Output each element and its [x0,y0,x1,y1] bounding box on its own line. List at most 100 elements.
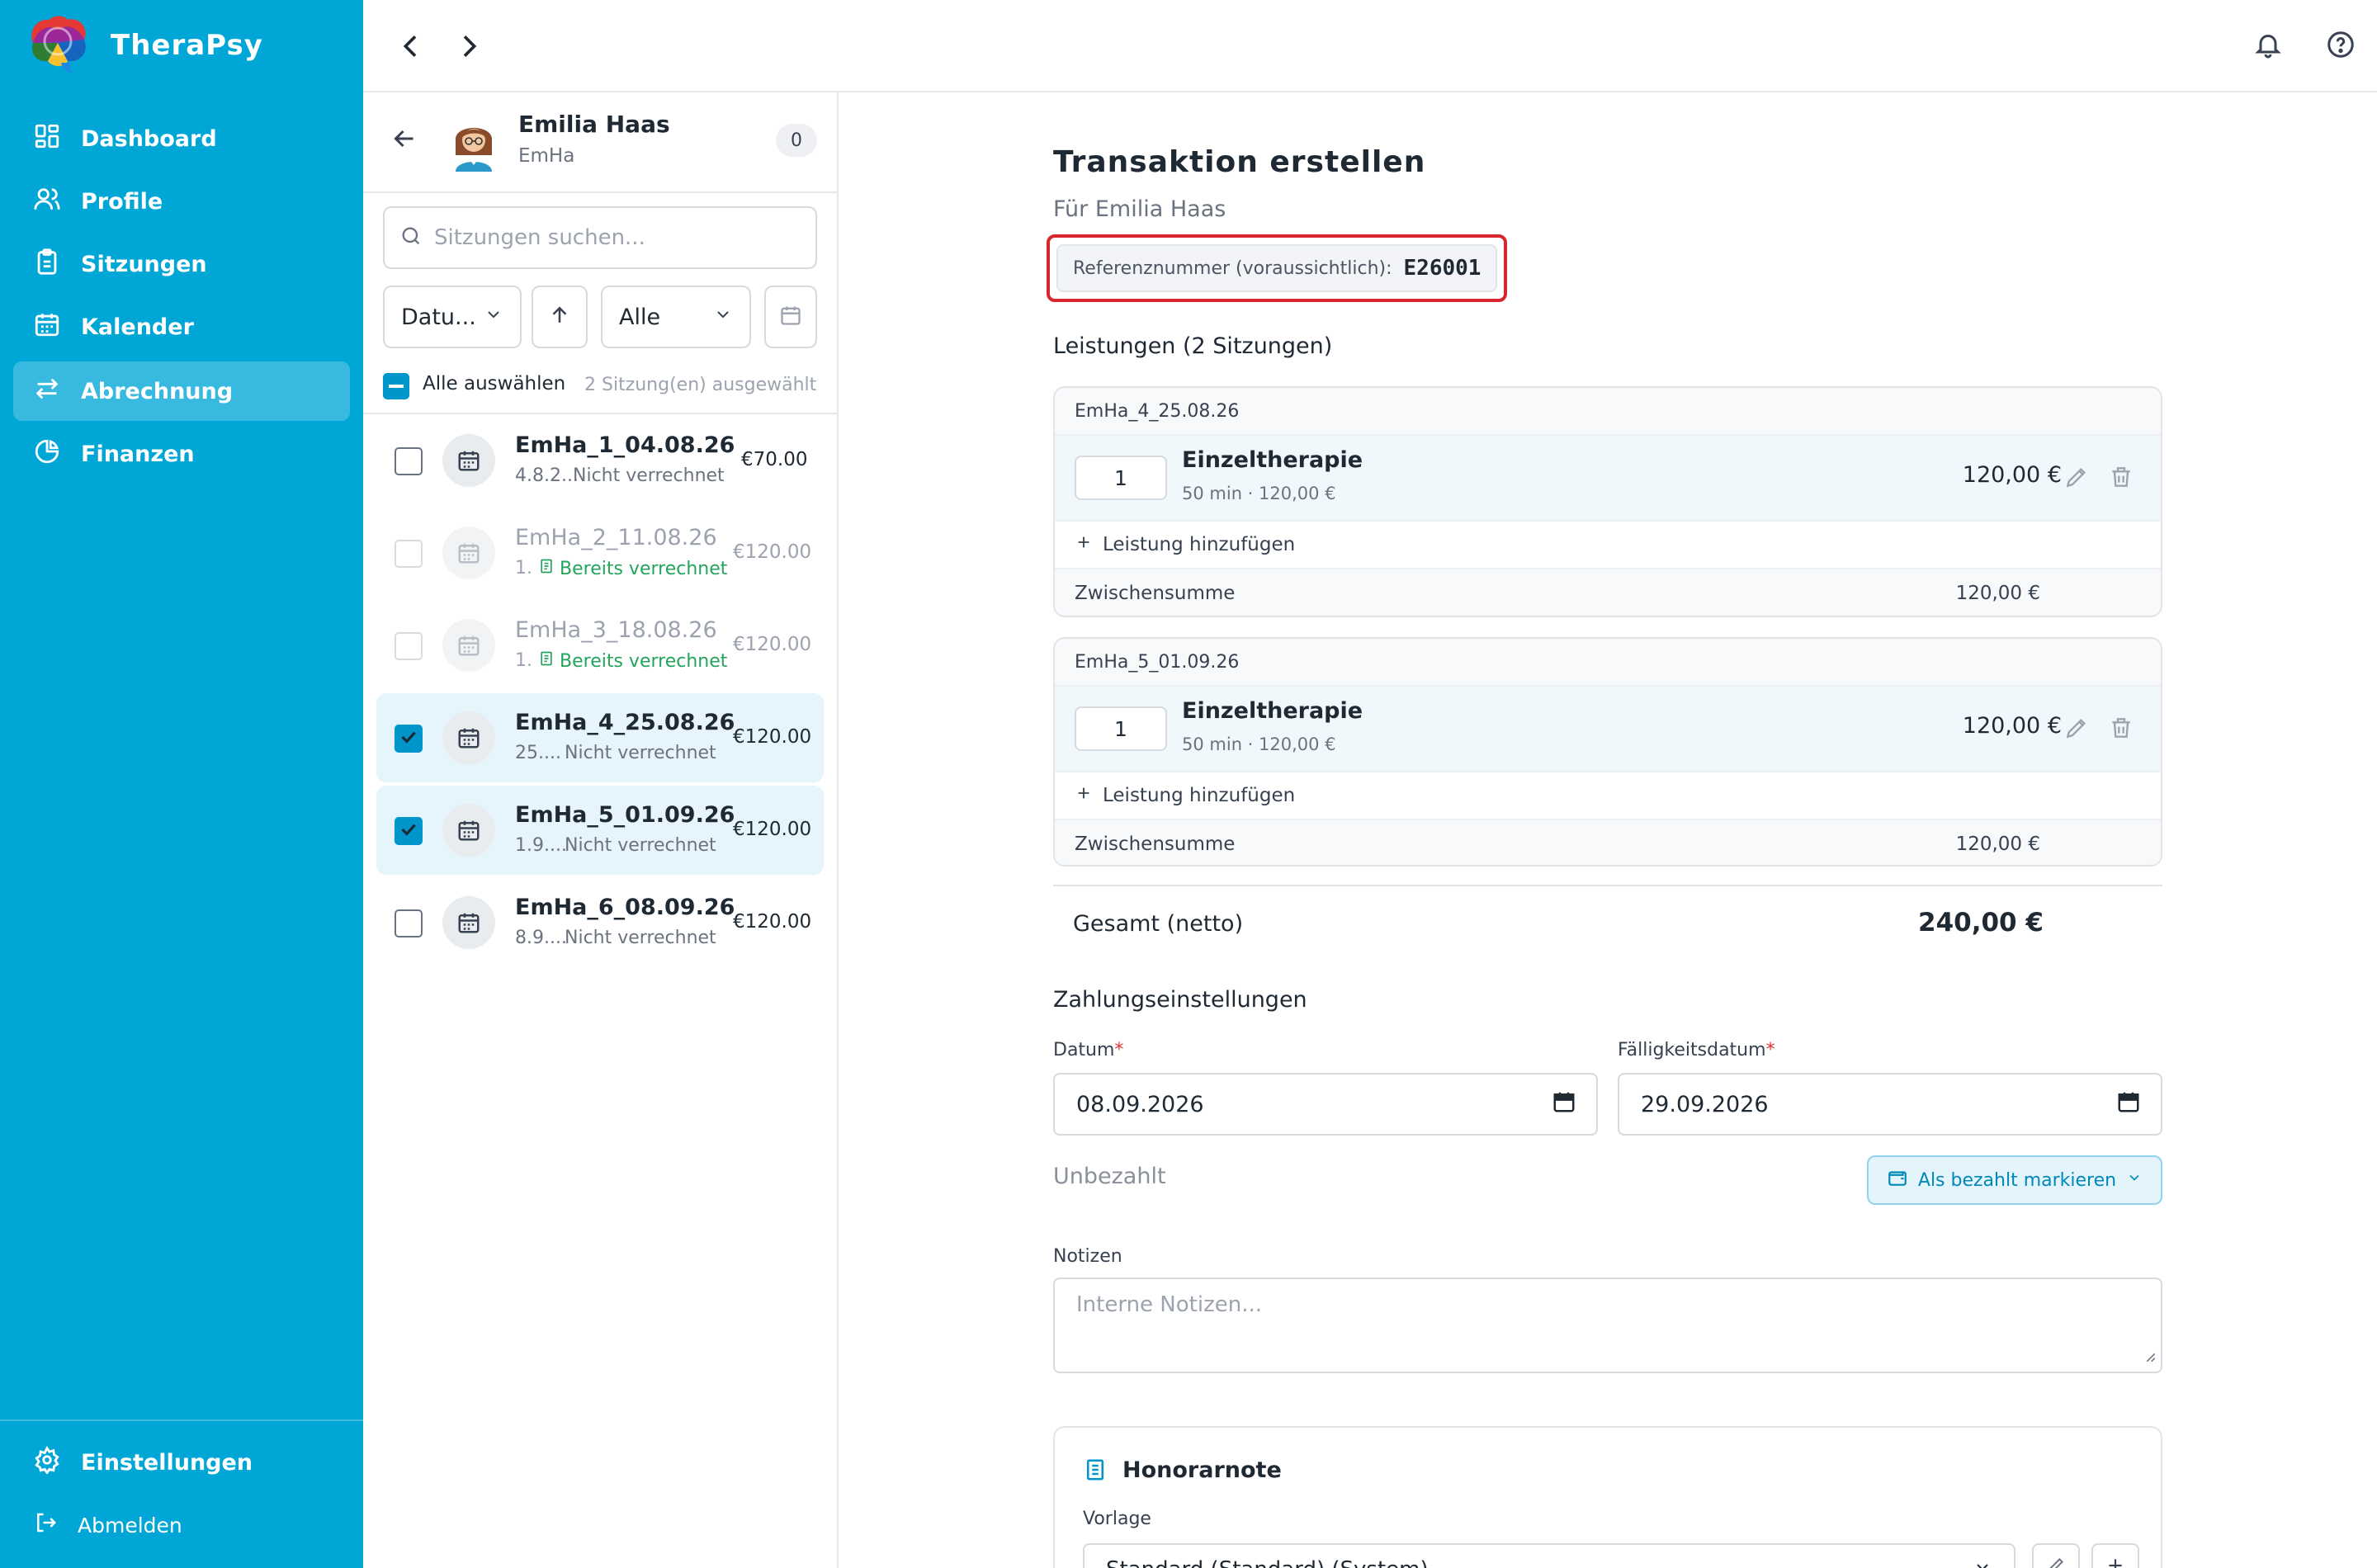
nav-label: Einstellungen [81,1449,253,1476]
quantity-input[interactable]: 1 [1075,706,1167,751]
notes-label: Notizen [1053,1246,1122,1267]
chevron-right-icon[interactable] [452,30,485,63]
nav-sitzungen[interactable]: Sitzungen [13,234,350,294]
status-select[interactable]: Alle [601,286,751,348]
session-date: 1. [515,650,532,671]
add-service-button[interactable]: Leistung hinzufügen [1055,522,2161,569]
resize-handle-icon[interactable] [2143,1344,2156,1368]
service-row: 1 Einzeltherapie 50 min · 120,00 € 120,0… [1055,687,2161,772]
calendar-icon [442,619,495,672]
receipt-icon [538,650,555,672]
document-icon [1083,1457,1108,1485]
nav-abrechnung[interactable]: Abrechnung [13,361,350,421]
service-group: EmHa_4_25.08.26 1 Einzeltherapie 50 min … [1053,386,2162,617]
date-label-text: Datum [1053,1040,1115,1060]
session-status-text: Bereits verrechnet [560,650,728,672]
calendar-icon [442,896,495,949]
quantity-input[interactable]: 1 [1075,456,1167,500]
subtotal-label: Zwischensumme [1075,583,1236,604]
page-subtitle: Für Emilia Haas [1053,196,1226,222]
subtotal-row: Zwischensumme 120,00 € [1055,569,2161,616]
calendar-icon [442,711,495,764]
add-service-button[interactable]: Leistung hinzufügen [1055,772,2161,820]
chevron-down-icon [1973,1557,1992,1568]
session-row[interactable]: EmHa_4_25.08.26 25.... Nicht verrechnet … [376,693,824,782]
service-amount: 120,00 € [1962,462,2062,488]
bell-icon[interactable] [2253,30,2286,63]
nav-dashboard[interactable]: Dashboard [13,109,350,168]
edit-template-button[interactable] [2032,1543,2080,1568]
template-value: Standard (Standard) (System) [1106,1557,1429,1568]
date-input[interactable]: 08.09.2026 [1053,1073,1598,1136]
session-row[interactable]: EmHa_6_08.09.26 8.9.... Nicht verrechnet… [376,878,824,967]
calendar-icon[interactable] [2116,1089,2141,1120]
session-row[interactable]: EmHa_5_01.09.26 1.9.... Nicht verrechnet… [376,786,824,875]
nav-kalender[interactable]: Kalender [13,297,350,357]
session-row: EmHa_3_18.08.26 1. Bereits verrechnet €1… [376,601,824,690]
arrow-up-icon [547,303,572,331]
pencil-icon[interactable] [2063,464,2090,494]
calendar-icon [779,304,802,330]
session-status-text: Bereits verrechnet [560,558,728,579]
plus-icon [2105,1555,2126,1568]
due-label-text: Fälligkeitsdatum [1618,1040,1766,1060]
wallet-icon [1887,1167,1908,1193]
users-icon [33,185,61,219]
session-checkbox[interactable] [395,909,423,937]
invoice-title: Honorarnote [1122,1457,1282,1483]
pencil-icon[interactable] [2063,715,2090,744]
session-checkbox[interactable] [395,447,423,475]
sort-direction-button[interactable] [532,286,588,348]
session-search[interactable]: Sitzungen suchen... [383,206,817,269]
panel-divider [363,191,839,193]
nav-label: Sitzungen [81,251,207,277]
template-select[interactable]: Standard (Standard) (System) [1083,1543,2015,1568]
select-all-label[interactable]: Alle auswählen [423,373,565,394]
session-status: Nicht verrechnet [565,928,716,948]
required-asterisk: * [1765,1040,1775,1060]
date-filter-button[interactable] [764,286,817,348]
mark-paid-button[interactable]: Als bezahlt markieren [1867,1155,2162,1205]
session-date: 25.... [515,743,561,763]
nav-label: Dashboard [81,125,217,152]
session-checkbox[interactable] [395,725,423,753]
session-checkbox[interactable] [395,817,423,845]
select-all-checkbox[interactable] [383,373,409,399]
chevron-left-icon[interactable] [395,30,428,63]
gear-icon [33,1445,61,1480]
sort-select[interactable]: Datu... [383,286,522,348]
session-price: €120.00 [733,634,812,655]
session-status: Bereits verrechnet [538,558,727,579]
template-label: Vorlage [1083,1509,1151,1529]
grid-icon [33,122,61,156]
session-row[interactable]: EmHa_1_04.08.26 4.8.2... Nicht verrechne… [376,416,824,505]
session-status: Bereits verrechnet [538,650,727,672]
nav-finanzen[interactable]: Finanzen [13,424,350,484]
brand[interactable]: TheraPsy [25,15,263,76]
session-checkbox [395,632,423,660]
chevron-down-icon [713,305,733,330]
add-template-button[interactable] [2091,1543,2139,1568]
session-date: 8.9.... [515,928,567,948]
sidebar-divider [0,1419,363,1421]
checkmark-icon [398,819,419,843]
nav-label: Profile [81,188,163,215]
minus-icon [389,385,404,388]
due-date-input[interactable]: 29.09.2026 [1618,1073,2162,1136]
nav-abmelden[interactable]: Abmelden [13,1495,350,1555]
help-icon[interactable] [2326,30,2359,63]
plus-icon [1075,533,1093,556]
nav-einstellungen[interactable]: Einstellungen [13,1433,350,1492]
trash-icon[interactable] [2108,715,2134,744]
nav-profile[interactable]: Profile [13,172,350,231]
back-arrow-icon[interactable] [390,124,419,157]
invoice-card: Honorarnote Vorlage Standard (Standard) … [1053,1426,2162,1568]
notes-textarea[interactable]: Interne Notizen... [1053,1278,2162,1373]
required-asterisk: * [1114,1040,1124,1060]
trash-icon[interactable] [2108,464,2134,494]
selected-count: 2 Sitzung(en) ausgewählt [584,375,817,395]
reference-label: Referenznummer (voraussichtlich): [1073,257,1392,279]
service-group: EmHa_5_01.09.26 1 Einzeltherapie 50 min … [1053,637,2162,867]
due-date-label: Fälligkeitsdatum* [1618,1040,1775,1060]
calendar-icon[interactable] [1552,1089,1576,1120]
